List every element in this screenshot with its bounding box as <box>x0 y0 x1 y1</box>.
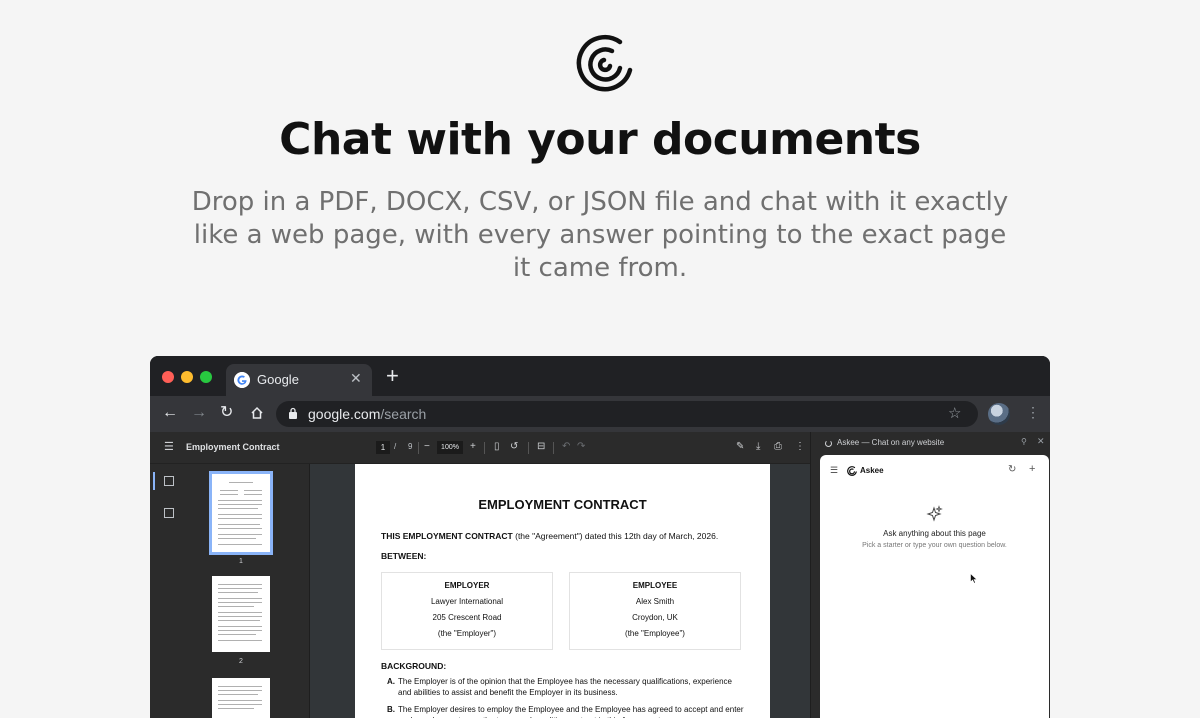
pin-icon[interactable]: ⚲ <box>1021 437 1027 446</box>
thumbnail-number: 2 <box>239 658 243 665</box>
rail-active-indicator <box>153 472 155 490</box>
address-bar[interactable]: google.com/search ☆ <box>276 401 978 427</box>
employer-alias: (the "Employer") <box>437 629 497 638</box>
bookmark-star-icon[interactable]: ☆ <box>948 404 961 422</box>
employee-alias: (the "Employee") <box>625 629 685 638</box>
reload-icon[interactable]: ↻ <box>220 403 233 423</box>
new-chat-icon[interactable]: + <box>1029 463 1035 475</box>
employer-box: EMPLOYER Lawyer International 205 Cresce… <box>381 572 553 650</box>
toolbar-divider <box>553 442 554 454</box>
page-total: 9 <box>408 442 413 451</box>
askee-logo-icon <box>576 34 633 92</box>
url-text: google.com/search <box>308 406 427 422</box>
askee-side-panel: Askee — Chat on any website ⚲ ✕ ☰ Askee … <box>810 432 1050 718</box>
zoom-in-icon[interactable]: + <box>470 441 476 453</box>
pdf-toolbar: ☰ Employment Contract 1 / 9 − 100% + ▯ ↺… <box>150 432 810 464</box>
close-panel-icon[interactable]: ✕ <box>1037 436 1045 447</box>
redo-icon[interactable]: ↷ <box>577 441 585 453</box>
pdf-menu-icon[interactable]: ☰ <box>164 440 174 453</box>
rotate-icon[interactable]: ↺ <box>510 441 518 453</box>
side-panel-header: Askee — Chat on any website ⚲ ✕ <box>811 432 1050 454</box>
pdf-viewer: ☰ Employment Contract 1 / 9 − 100% + ▯ ↺… <box>150 432 810 718</box>
home-icon[interactable] <box>250 406 264 420</box>
zoom-level[interactable]: 100% <box>437 441 463 454</box>
side-panel-title: Askee — Chat on any website <box>837 438 945 447</box>
fit-page-icon[interactable]: ▯ <box>494 441 500 453</box>
document-title: EMPLOYMENT CONTRACT <box>478 497 647 512</box>
employer-address: 205 Crescent Road <box>432 613 502 622</box>
back-arrow-icon[interactable]: ← <box>162 403 178 423</box>
employee-box: EMPLOYEE Alex Smith Croydon, UK (the "Em… <box>569 572 741 650</box>
page-thumbnail-1[interactable] <box>209 471 273 555</box>
askee-brand: Askee <box>860 466 884 475</box>
hero-title: Chat with your documents <box>279 114 921 165</box>
profile-avatar[interactable] <box>988 403 1010 425</box>
page-thumbnail-3[interactable] <box>212 678 270 718</box>
document-intro: THIS EMPLOYMENT CONTRACT (the "Agreement… <box>381 531 719 541</box>
pdf-page: EMPLOYMENT CONTRACT THIS EMPLOYMENT CONT… <box>355 464 770 718</box>
askee-menu-icon[interactable]: ☰ <box>830 465 838 476</box>
employee-name: Alex Smith <box>635 597 675 606</box>
pdf-file-title: Employment Contract <box>186 442 280 452</box>
sparkle-icon <box>926 505 943 522</box>
download-icon[interactable]: ⤓ <box>756 441 760 453</box>
clause-a: A. The Employer is of the opinion that t… <box>387 677 732 697</box>
tab-strip: Google ✕ + <box>150 356 1050 396</box>
close-window-button[interactable] <box>162 371 174 383</box>
page-thumbnail-2[interactable] <box>212 576 270 652</box>
two-page-view-icon[interactable]: ⊟ <box>537 441 545 453</box>
lock-icon <box>289 407 297 419</box>
employer-name: Lawyer International <box>430 597 504 606</box>
mouse-cursor-icon <box>970 573 978 584</box>
between-heading: BETWEEN: <box>381 551 427 561</box>
askee-favicon-icon <box>825 440 832 447</box>
outline-view-icon[interactable] <box>164 508 174 518</box>
new-tab-button[interactable]: + <box>386 365 399 387</box>
browser-menu-icon[interactable]: ⋮ <box>1026 404 1040 421</box>
forward-arrow-icon[interactable]: → <box>191 403 207 423</box>
hero-subtitle: Drop in a PDF, DOCX, CSV, or JSON file a… <box>191 187 1009 283</box>
thumbnail-panel: 1 2 <box>184 464 310 718</box>
pdf-side-rail <box>150 464 184 718</box>
google-favicon-icon <box>234 372 250 388</box>
pdf-more-icon[interactable]: ⋮ <box>795 441 805 453</box>
toolbar-divider <box>484 442 485 454</box>
askee-chat-card: ☰ Askee ↻ + Ask anything about this page… <box>820 455 1049 718</box>
employer-heading: EMPLOYER <box>444 581 490 590</box>
thumbnail-number: 1 <box>239 558 243 565</box>
clause-b: B. The Employer desires to employ the Em… <box>387 705 744 718</box>
annotate-icon[interactable]: ✎ <box>736 441 744 453</box>
page-separator: / <box>394 442 397 451</box>
employee-heading: EMPLOYEE <box>632 581 678 590</box>
refresh-icon[interactable]: ↻ <box>1008 464 1016 475</box>
toolbar-divider <box>418 442 419 454</box>
toolbar-divider <box>528 442 529 454</box>
askee-logo-icon <box>847 466 857 476</box>
page-number-input[interactable]: 1 <box>376 441 390 454</box>
tab-title: Google <box>257 372 299 387</box>
browser-toolbar: ← → ↻ google.com/search ☆ ⋮ <box>150 396 1050 432</box>
empty-state-subtitle: Pick a starter or type your own question… <box>862 542 1007 549</box>
browser-window: Google ✕ + ← → ↻ google.com/search ☆ ⋮ ☰… <box>150 356 1050 718</box>
undo-icon[interactable]: ↶ <box>562 441 570 453</box>
employee-address: Croydon, UK <box>632 613 678 622</box>
thumbnails-view-icon[interactable] <box>164 476 174 486</box>
background-heading: BACKGROUND: <box>381 661 447 671</box>
zoom-out-icon[interactable]: − <box>424 441 430 453</box>
browser-tab[interactable]: Google ✕ <box>226 364 372 396</box>
minimize-window-button[interactable] <box>181 371 193 383</box>
empty-state-heading: Ask anything about this page <box>883 529 986 538</box>
maximize-window-button[interactable] <box>200 371 212 383</box>
tab-close-icon[interactable]: ✕ <box>350 370 362 387</box>
print-icon[interactable]: ⎙ <box>774 441 782 453</box>
